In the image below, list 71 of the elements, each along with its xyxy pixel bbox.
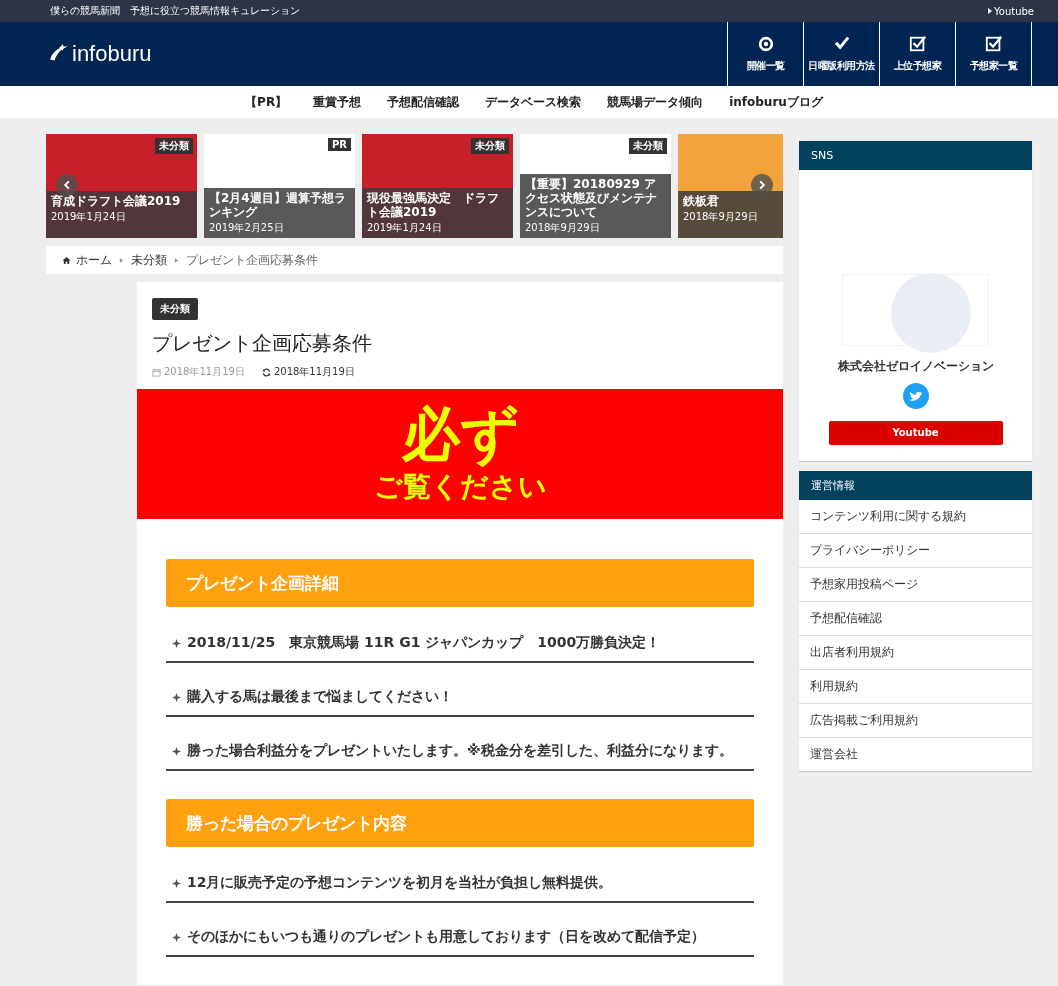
published-date: 2018年11月19日 xyxy=(164,365,245,379)
youtube-button[interactable]: Youtube xyxy=(828,421,1003,445)
company-name: 株式会社ゼロイノベーション xyxy=(837,358,994,375)
category-tag: 未分類 xyxy=(629,138,667,154)
sidebar-link[interactable]: コンテンツ利用に関する規約 xyxy=(799,500,1032,533)
diamond-icon xyxy=(172,879,181,888)
sidebar-link[interactable]: 予想家用投稿ページ xyxy=(799,567,1032,601)
diamond-icon xyxy=(172,747,181,756)
list-item-text: 12月に販売予定の予想コンテンツを初月を当社が負担し無料提供。 xyxy=(187,873,613,892)
widget-header: 運営情報 xyxy=(799,471,1032,500)
diamond-icon xyxy=(172,639,181,648)
bird-icon[interactable] xyxy=(902,383,929,409)
list-item-text: そのほかにもいつも通りのプレゼントも用意しております（日を改めて配信予定） xyxy=(187,927,705,946)
sidebar-link[interactable]: 運営会社 xyxy=(799,737,1032,771)
target-icon xyxy=(756,35,775,53)
slide-date: 2018年9月29日 xyxy=(525,221,601,235)
slide-card[interactable]: 未分類 【重要】20180929 アクセス状態及びメンテナンスについて 2018年9月29日 xyxy=(520,134,671,238)
article-title: プレゼント企画応募条件 xyxy=(152,330,372,357)
home-icon xyxy=(62,255,71,265)
slide-date: 2019年2月25日 xyxy=(209,221,285,235)
section-heading: 勝った場合のプレゼント内容 xyxy=(166,799,754,847)
category-tag: PR xyxy=(327,138,351,151)
site-logo[interactable]: infoburu xyxy=(48,41,152,67)
slide-title: 現役最強馬決定 ドラフト会議2019 xyxy=(367,191,500,219)
list-item-text: 購入する馬は最後まで悩ましてください！ xyxy=(187,687,453,706)
slide-card[interactable]: PR 【2月4週目】週算予想ランキング 2019年2月25日 xyxy=(204,134,355,238)
breadcrumb-link[interactable]: ホーム xyxy=(76,251,112,269)
refresh-icon xyxy=(261,367,271,377)
slide-title: 【重要】20180929 アクセス状態及びメンテナンスについて xyxy=(525,177,658,219)
breadcrumb-link[interactable]: 未分類 xyxy=(131,251,167,269)
diamond-icon xyxy=(172,693,181,702)
banner-subline: ご覧ください xyxy=(373,469,547,505)
category-tag[interactable]: 未分類 xyxy=(152,298,198,320)
slide-date: 2018年9月29日 xyxy=(683,210,759,224)
calendar-icon xyxy=(152,367,161,377)
youtube-link[interactable]: Youtube xyxy=(988,5,1034,17)
sidebar-link[interactable]: 予想配信確認 xyxy=(799,601,1032,635)
slide-date: 2019年1月24日 xyxy=(51,210,127,224)
sidebar-link[interactable]: 利用規約 xyxy=(799,669,1032,703)
slide-card[interactable]: 未分類 現役最強馬決定 ドラフト会議2019 2019年1月24日 xyxy=(362,134,513,238)
category-tag: 未分類 xyxy=(471,138,509,154)
sidebar-link[interactable]: 広告掲載ご利用規約 xyxy=(799,703,1032,737)
widget-header: SNS xyxy=(799,141,1032,170)
menu-link[interactable]: 予想配信確認 xyxy=(387,93,460,111)
breadcrumb-current: プレゼント企画応募条件 xyxy=(186,251,318,269)
slide-title: 育成ドラフト会議2019 xyxy=(51,194,182,208)
list-item-text: 2018/11/25 東京競馬場 11R G1 ジャパンカップ 1000万勝負決定！ xyxy=(187,633,661,652)
slide-title: 鉄板君 xyxy=(683,194,720,208)
triangle-icon xyxy=(988,8,992,14)
banner-headline: 必ず xyxy=(401,401,519,467)
updated-date: 2018年11月19日 xyxy=(273,365,355,379)
diamond-icon xyxy=(172,933,181,942)
menu-link[interactable]: 重賞予想 xyxy=(313,93,362,111)
menu-link[interactable]: infoburuブログ xyxy=(729,93,823,111)
slide-card[interactable]: 鉄板君 2018年9月29日 xyxy=(678,134,783,238)
menu-link[interactable]: 競馬場データ傾向 xyxy=(607,93,704,111)
site-tagline: 僕らの競馬新聞 予想に役立つ競馬情報キュレーション xyxy=(50,4,300,18)
menu-link[interactable]: データベース検索 xyxy=(485,93,582,111)
section-heading: プレゼント企画詳細 xyxy=(166,559,754,607)
checkbox-icon xyxy=(984,35,1003,53)
menu-link[interactable]: 【PR】 xyxy=(245,93,288,111)
triangle-icon xyxy=(119,257,124,263)
category-tag: 未分類 xyxy=(155,138,193,154)
checkbox-icon xyxy=(908,35,927,53)
slide-date: 2019年1月24日 xyxy=(367,221,443,235)
triangle-icon xyxy=(174,257,179,263)
sidebar-link[interactable]: 出店者利用規約 xyxy=(799,635,1032,669)
sidebar-link[interactable]: プライバシーポリシー xyxy=(799,533,1032,567)
slide-card[interactable]: 未分類 育成ドラフト会議2019 2019年1月24日 xyxy=(46,134,197,238)
list-item-text: 勝った場合利益分をプレゼントいたします。※税金分を差引した、利益分になります。 xyxy=(187,741,733,760)
slide-title: 【2月4週目】週算予想ランキング xyxy=(209,191,347,219)
